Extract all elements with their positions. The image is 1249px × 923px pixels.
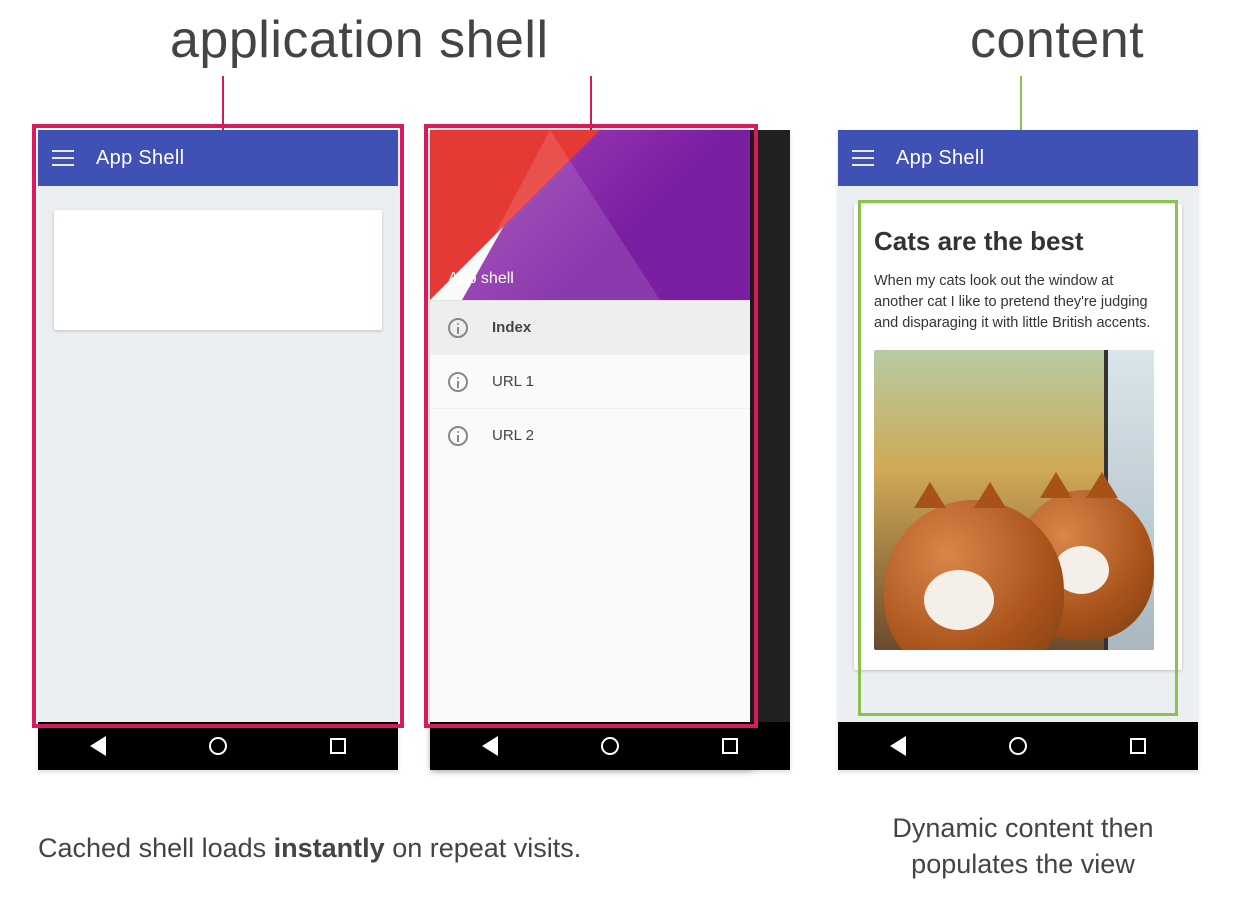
article-image xyxy=(874,350,1154,650)
caption-left-strong: instantly xyxy=(274,833,385,863)
content-card: Cats are the best When my cats look out … xyxy=(854,204,1182,670)
info-icon xyxy=(448,426,468,446)
android-nav-bar xyxy=(838,722,1198,770)
drawer-list: Index URL 1 URL 2 xyxy=(430,300,750,462)
android-nav-bar xyxy=(38,722,398,770)
label-content: content xyxy=(970,10,1144,70)
diagram-stage: application shell content App Shell xyxy=(0,0,1249,923)
article-body: When my cats look out the window at anot… xyxy=(874,271,1162,334)
info-icon xyxy=(448,318,468,338)
phone-shell-drawer: App shell Index URL 1 URL 2 xyxy=(430,130,790,770)
drawer-item-label: URL 1 xyxy=(492,373,534,390)
nav-back-icon[interactable] xyxy=(890,736,906,756)
nav-home-icon[interactable] xyxy=(601,737,619,755)
hamburger-icon[interactable] xyxy=(852,150,874,166)
callout-line-shell-right xyxy=(590,76,592,130)
nav-back-icon[interactable] xyxy=(90,736,106,756)
hamburger-icon[interactable] xyxy=(52,150,74,166)
nav-recent-icon[interactable] xyxy=(722,738,738,754)
nav-drawer: App shell Index URL 1 URL 2 xyxy=(430,130,750,770)
drawer-item-url1[interactable]: URL 1 xyxy=(430,354,750,408)
label-application-shell: application shell xyxy=(170,10,549,70)
caption-shell: Cached shell loads instantly on repeat v… xyxy=(38,830,678,866)
drawer-hero: App shell xyxy=(430,130,750,300)
callout-line-shell-left xyxy=(222,76,224,130)
drawer-scrim xyxy=(750,130,790,770)
nav-recent-icon[interactable] xyxy=(1130,738,1146,754)
info-icon xyxy=(448,372,468,392)
nav-back-icon[interactable] xyxy=(482,736,498,756)
caption-left-pre: Cached shell loads xyxy=(38,833,274,863)
appbar: App Shell xyxy=(838,130,1198,186)
nav-recent-icon[interactable] xyxy=(330,738,346,754)
drawer-item-label: Index xyxy=(492,319,531,336)
appbar: App Shell xyxy=(38,130,398,186)
appbar-title: App Shell xyxy=(896,147,984,170)
drawer-item-url2[interactable]: URL 2 xyxy=(430,408,750,462)
drawer-item-index[interactable]: Index xyxy=(430,300,750,354)
nav-home-icon[interactable] xyxy=(1009,737,1027,755)
drawer-item-label: URL 2 xyxy=(492,427,534,444)
appbar-title: App Shell xyxy=(96,147,184,170)
article-title: Cats are the best xyxy=(874,226,1162,257)
nav-home-icon[interactable] xyxy=(209,737,227,755)
caption-content: Dynamic content then populates the view xyxy=(838,810,1208,883)
drawer-hero-label: App shell xyxy=(448,270,514,288)
content-card-placeholder xyxy=(54,210,382,330)
phone-shell-empty: App Shell xyxy=(38,130,398,770)
caption-left-post: on repeat visits. xyxy=(385,833,582,863)
android-nav-bar xyxy=(430,722,790,770)
phone-content: App Shell Cats are the best When my cats… xyxy=(838,130,1198,770)
